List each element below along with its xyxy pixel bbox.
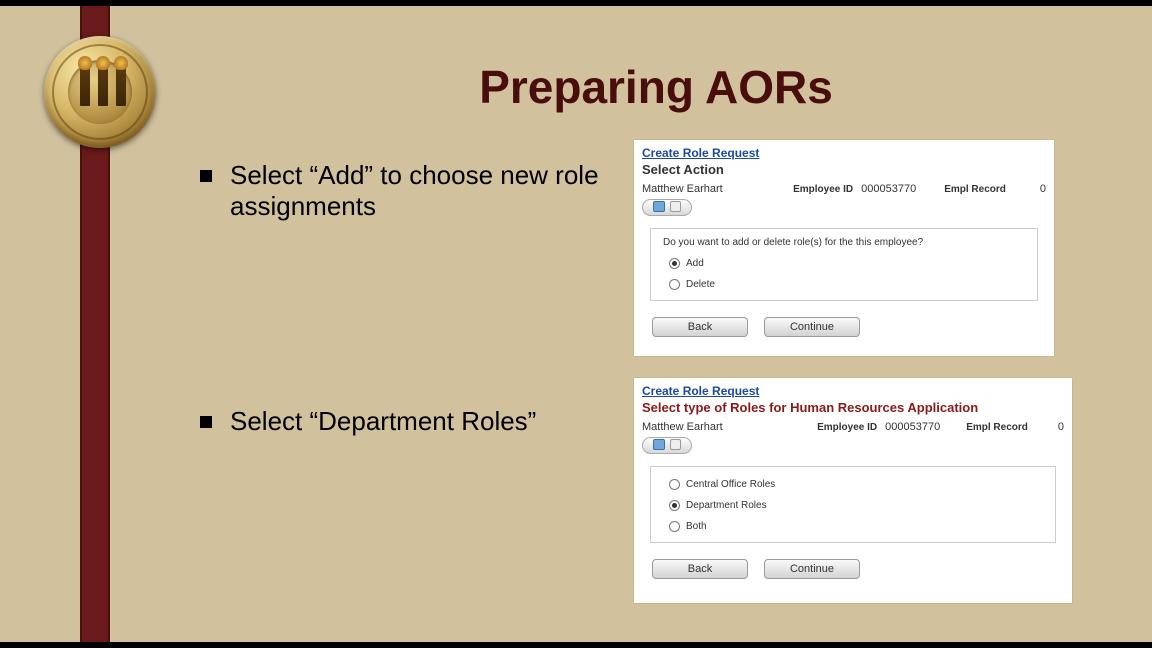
- employee-id-label: Employee ID: [817, 422, 877, 433]
- bullet-text: Select “Add” to choose new role assignme…: [230, 160, 600, 222]
- employee-name: Matthew Earhart: [642, 421, 723, 433]
- seal-torches-icon: [80, 66, 126, 106]
- create-role-request-panel-top: Create Role Request Select Action Matthe…: [634, 140, 1054, 356]
- info-icon: [670, 439, 681, 450]
- radio-icon: [669, 258, 680, 269]
- radio-icon: [669, 521, 680, 532]
- back-button[interactable]: Back: [652, 559, 748, 579]
- history-pill-button[interactable]: [642, 437, 692, 454]
- continue-button[interactable]: Continue: [764, 559, 860, 579]
- create-role-request-panel-bottom: Create Role Request Select type of Roles…: [634, 378, 1072, 603]
- create-role-request-link[interactable]: Create Role Request: [634, 140, 767, 162]
- radio-icon: [669, 500, 680, 511]
- info-icon: [670, 201, 681, 212]
- bullet-square-icon: [200, 416, 212, 428]
- employee-name: Matthew Earhart: [642, 183, 723, 195]
- radio-icon: [669, 279, 680, 290]
- bullet-square-icon: [200, 170, 212, 182]
- history-pill-button[interactable]: [642, 199, 692, 216]
- bullet-list: Select “Add” to choose new role assignme…: [200, 160, 600, 437]
- bullet-item: Select “Add” to choose new role assignme…: [200, 160, 600, 222]
- bullet-text: Select “Department Roles”: [230, 406, 536, 437]
- employee-row: Matthew Earhart Employee ID 000053770 Em…: [634, 419, 1072, 437]
- university-seal: [44, 36, 156, 148]
- employee-row: Matthew Earhart Employee ID 000053770 Em…: [634, 181, 1054, 199]
- radio-option-both[interactable]: Both: [669, 521, 1043, 532]
- radio-label: Central Office Roles: [686, 479, 775, 490]
- radio-option-add[interactable]: Add: [669, 258, 1025, 269]
- panel-heading-select-role-type: Select type of Roles for Human Resources…: [634, 400, 1072, 419]
- button-bar: Back Continue: [652, 317, 1036, 337]
- radio-icon: [669, 479, 680, 490]
- employee-id-value: 000053770: [885, 421, 940, 433]
- radio-label: Delete: [686, 279, 715, 290]
- grid-icon: [653, 439, 665, 450]
- button-bar: Back Continue: [652, 559, 1054, 579]
- continue-button[interactable]: Continue: [764, 317, 860, 337]
- empl-record-value: 0: [1040, 183, 1046, 195]
- employee-id-label: Employee ID: [793, 184, 853, 195]
- question-box: Do you want to add or delete role(s) for…: [650, 228, 1038, 301]
- radio-option-central[interactable]: Central Office Roles: [669, 479, 1043, 490]
- radio-option-delete[interactable]: Delete: [669, 279, 1025, 290]
- radio-option-department[interactable]: Department Roles: [669, 500, 1043, 511]
- empl-record-label: Empl Record: [944, 184, 1006, 195]
- back-button[interactable]: Back: [652, 317, 748, 337]
- bullet-item: Select “Department Roles”: [200, 406, 600, 437]
- page-title: Preparing AORs: [200, 60, 1112, 114]
- create-role-request-link[interactable]: Create Role Request: [634, 378, 767, 400]
- radio-label: Both: [686, 521, 707, 532]
- role-type-box: Central Office Roles Department Roles Bo…: [650, 466, 1056, 543]
- radio-label: Department Roles: [686, 500, 767, 511]
- radio-label: Add: [686, 258, 704, 269]
- panel-heading-select-action: Select Action: [634, 162, 1054, 181]
- grid-icon: [653, 201, 665, 212]
- question-text: Do you want to add or delete role(s) for…: [663, 237, 1025, 248]
- employee-id-value: 000053770: [861, 183, 916, 195]
- empl-record-label: Empl Record: [966, 422, 1028, 433]
- empl-record-value: 0: [1058, 421, 1064, 433]
